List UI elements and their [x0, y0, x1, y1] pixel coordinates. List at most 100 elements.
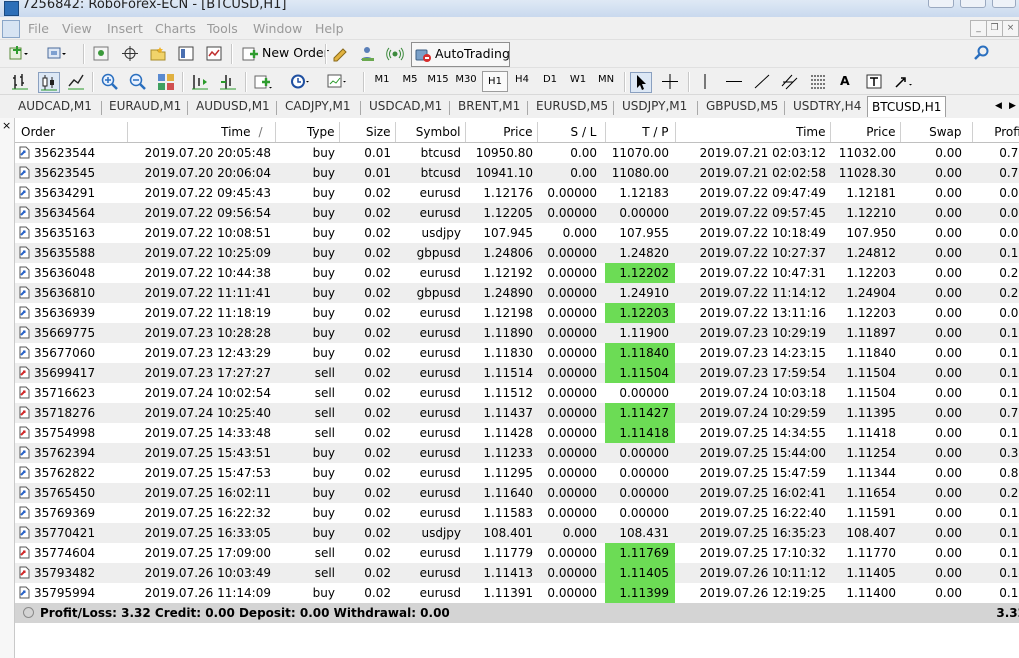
indicators-icon[interactable] — [252, 72, 272, 91]
table-row[interactable]: 35754998 2019.07.25 14:33:48 sell 0.02 eurus… — [15, 423, 1019, 443]
table-row[interactable]: 35793482 2019.07.26 10:03:49 sell 0.02 eurus… — [15, 563, 1019, 583]
chart-shift-icon[interactable] — [190, 72, 210, 91]
col-header-profit[interactable]: Profit — [972, 122, 1019, 143]
timeframe-m30[interactable]: M30 — [454, 74, 478, 85]
market-watch-icon[interactable] — [92, 44, 112, 63]
table-row[interactable]: 35718276 2019.07.24 10:25:40 sell 0.02 eurus… — [15, 403, 1019, 423]
timeframe-m5[interactable]: M5 — [398, 74, 422, 85]
table-row[interactable]: 35623545 2019.07.20 20:06:04 buy 0.01 btcusd… — [15, 163, 1019, 183]
mdi-minimize-button[interactable]: _ — [970, 20, 987, 37]
tab-usdcad-m1[interactable]: USDCAD,M1 — [369, 99, 442, 113]
table-row[interactable]: 35635163 2019.07.22 10:08:51 buy 0.02 usdjpy… — [15, 223, 1019, 243]
tab-usdjpy-m1[interactable]: USDJPY,M1 — [622, 99, 687, 113]
menu-window[interactable]: Window — [253, 21, 302, 36]
table-row[interactable]: 35634564 2019.07.22 09:56:54 buy 0.02 eurusd… — [15, 203, 1019, 223]
candlesticks-icon[interactable] — [38, 72, 60, 93]
menu-tools[interactable]: Tools — [207, 21, 238, 36]
tab-cadjpy-m1[interactable]: CADJPY,M1 — [285, 99, 350, 113]
mdi-close-button[interactable]: × — [1002, 20, 1019, 37]
text-label-icon[interactable] — [864, 72, 884, 91]
tab-euraud-m1[interactable]: EURAUD,M1 — [109, 99, 181, 113]
col-header-swap[interactable]: Swap — [900, 122, 973, 143]
mdi-restore-button[interactable]: ❐ — [986, 20, 1003, 37]
close-window-button[interactable] — [992, 0, 1016, 8]
table-row[interactable]: 35634291 2019.07.22 09:45:43 buy 0.02 eurusd… — [15, 183, 1019, 203]
arrows-icon[interactable] — [893, 72, 913, 91]
zoom-out-icon[interactable] — [128, 72, 148, 91]
col-header-size[interactable]: Size — [339, 122, 396, 143]
menu-insert[interactable]: Insert — [107, 21, 143, 36]
community-icon[interactable] — [358, 44, 378, 63]
text-tool[interactable]: A — [840, 73, 850, 88]
navigator-icon[interactable] — [148, 44, 168, 63]
tile-windows-icon[interactable] — [156, 72, 176, 91]
crosshair-icon[interactable] — [120, 44, 140, 63]
table-row[interactable]: 35669775 2019.07.23 10:28:28 buy 0.02 eurusd… — [15, 323, 1019, 343]
zoom-in-icon[interactable] — [100, 72, 120, 91]
tab-scroll-right-icon[interactable]: ▶ — [1009, 101, 1016, 111]
col-header-symbol[interactable]: Symbol — [395, 122, 466, 143]
search-icon[interactable] — [972, 44, 992, 63]
tab-scroll-left-icon[interactable]: ◀ — [995, 101, 1002, 111]
table-row[interactable]: 35623544 2019.07.20 20:05:48 buy 0.01 btcusd… — [15, 143, 1019, 164]
tab-audcad-m1[interactable]: AUDCAD,M1 — [18, 99, 92, 113]
table-row[interactable]: 35762394 2019.07.25 15:43:51 buy 0.02 eurusd… — [15, 443, 1019, 463]
col-header-type[interactable]: Type — [275, 122, 340, 143]
new-order-label[interactable]: New Order — [262, 45, 329, 60]
menu-file[interactable]: File — [28, 21, 49, 36]
strategy-tester-icon[interactable] — [204, 44, 224, 63]
templates-icon[interactable] — [326, 72, 346, 91]
terminal-close-icon[interactable]: × — [2, 119, 11, 132]
col-header-close-time[interactable]: Time — [675, 122, 831, 143]
table-row[interactable]: 35774604 2019.07.25 17:09:00 sell 0.02 eurus… — [15, 543, 1019, 563]
col-header-close-price[interactable]: Price — [830, 122, 901, 143]
table-row[interactable]: 35795994 2019.07.26 11:14:09 buy 0.02 eurusd… — [15, 583, 1019, 603]
vertical-line-icon[interactable] — [695, 72, 715, 91]
signals-icon[interactable] — [385, 44, 405, 63]
table-row[interactable]: 35716623 2019.07.24 10:02:54 sell 0.02 eurus… — [15, 383, 1019, 403]
table-row[interactable]: 35636810 2019.07.22 11:11:41 buy 0.02 gbpusd… — [15, 283, 1019, 303]
periods-clock-icon[interactable] — [289, 72, 309, 91]
table-row[interactable]: 35765450 2019.07.25 16:02:11 buy 0.02 eurusd… — [15, 483, 1019, 503]
table-row[interactable]: 35770421 2019.07.25 16:33:05 buy 0.02 usdjpy… — [15, 523, 1019, 543]
new-chart-icon[interactable] — [8, 44, 28, 63]
timeframe-h1[interactable]: H1 — [482, 71, 508, 92]
cursor-icon[interactable] — [630, 72, 652, 93]
timeframe-w1[interactable]: W1 — [566, 74, 590, 85]
timeframe-mn[interactable]: MN — [594, 74, 618, 85]
minimize-window-button[interactable] — [928, 0, 954, 8]
table-row[interactable]: 35635588 2019.07.22 10:25:09 buy 0.02 gbpusd… — [15, 243, 1019, 263]
tab-audusd-m1[interactable]: AUDUSD,M1 — [196, 99, 270, 113]
metaeditor-icon[interactable] — [330, 44, 350, 63]
col-header-tp[interactable]: T / P — [605, 122, 676, 143]
col-header-price[interactable]: Price — [465, 122, 538, 143]
profiles-icon[interactable] — [46, 44, 66, 63]
table-row[interactable]: 35769369 2019.07.25 16:22:32 buy 0.02 eurusd… — [15, 503, 1019, 523]
tab-gbpusd-m5[interactable]: GBPUSD,M5 — [706, 99, 778, 113]
new-order-icon[interactable] — [240, 44, 260, 63]
auto-scroll-icon[interactable] — [218, 72, 238, 91]
bar-chart-icon[interactable] — [10, 72, 30, 91]
menu-help[interactable]: Help — [315, 21, 344, 36]
menu-charts[interactable]: Charts — [155, 21, 196, 36]
menu-view[interactable]: View — [62, 21, 92, 36]
col-header-sl[interactable]: S / L — [537, 122, 606, 143]
timeframe-h4[interactable]: H4 — [510, 74, 534, 85]
table-row[interactable]: 35636048 2019.07.22 10:44:38 buy 0.02 eurusd… — [15, 263, 1019, 283]
table-row[interactable]: 35636939 2019.07.22 11:18:19 buy 0.02 eurusd… — [15, 303, 1019, 323]
timeframe-m15[interactable]: M15 — [426, 74, 450, 85]
tab-brent-m1[interactable]: BRENT,M1 — [458, 99, 520, 113]
crosshair-tool-icon[interactable] — [660, 72, 680, 91]
tab-eurusd-m5[interactable]: EURUSD,M5 — [536, 99, 608, 113]
line-chart-icon[interactable] — [66, 72, 86, 91]
tab-btcusd-h1[interactable]: BTCUSD,H1 — [867, 96, 947, 117]
col-header-order[interactable]: Order — [15, 122, 128, 143]
table-row[interactable]: 35699417 2019.07.23 17:27:27 sell 0.02 eurus… — [15, 363, 1019, 383]
table-row[interactable]: 35762822 2019.07.25 15:47:53 buy 0.02 eurusd… — [15, 463, 1019, 483]
trendline-icon[interactable] — [752, 72, 772, 91]
horizontal-line-icon[interactable] — [724, 72, 744, 91]
table-row[interactable]: 35677060 2019.07.23 12:43:29 buy 0.02 eurusd… — [15, 343, 1019, 363]
equidistant-channel-icon[interactable] — [780, 72, 800, 91]
timeframe-d1[interactable]: D1 — [538, 74, 562, 85]
document-icon[interactable] — [2, 20, 20, 38]
